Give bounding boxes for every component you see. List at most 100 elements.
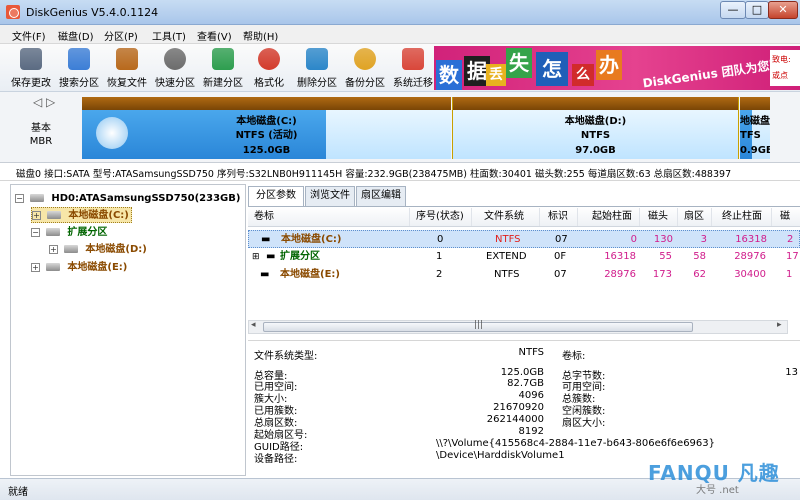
disk-type: 基本 MBR [29,123,53,147]
banner-char: 数 [436,60,462,90]
delete-partition-icon [306,48,328,70]
collapse-icon[interactable]: − [15,193,24,203]
search-partition-button[interactable]: 搜索分区 [56,46,102,90]
expand-icon[interactable]: ⊞ [252,248,260,266]
partition-block-d[interactable]: 本地磁盘(D:) NTFS 97.0GB [452,97,739,159]
format-icon [258,48,280,70]
banner-char: 么 [572,64,594,86]
tree-item-partition-d[interactable]: + 本地磁盘(D:) [49,242,147,258]
menu-tools[interactable]: 工具(T) [152,28,186,43]
hard-disk-icon [30,194,45,202]
promo-banner[interactable]: 数 据 丢 失 怎 么 办 DiskGenius 团队为您服务 致电: 或点 [434,46,800,90]
watermark-logo: FANQU 凡趣 大号 .net [640,455,800,500]
partition-icon [47,211,62,219]
banner-contact-top: 致电: [772,55,791,64]
volume-label-label: 卷标: [562,351,586,362]
maximize-button[interactable]: □ [745,1,769,19]
menu-help[interactable]: 帮助(H) [243,28,278,43]
tree-item-disk[interactable]: − HD0:ATASamsungSSD750(233GB) [15,191,240,207]
detail-value: 125.0GB [500,367,544,378]
menu-partition[interactable]: 分区(P) [104,28,138,43]
banner-contact: 致电: 或点 [770,50,800,86]
system-migrate-icon [402,48,424,70]
app-logo-icon [6,5,20,19]
partition-icon [64,245,79,253]
column-header[interactable]: 磁头 [648,208,678,226]
expand-icon[interactable]: + [31,262,40,272]
tab-sector-edit[interactable]: 扇区编辑 [356,186,406,206]
partition-block-e[interactable]: 地磁盘 TFS 0.9GB [740,97,770,159]
collapse-icon[interactable]: − [31,227,40,237]
tab-browse-files[interactable]: 浏览文件 [305,186,355,206]
fs-type-value: NTFS [518,347,544,358]
grip-icon: ||| [474,320,484,330]
disk-info-bar: 磁盘0 接口:SATA 型号:ATASamsungSSD750 序列号:S32L… [0,163,800,181]
detail-value: 21670920 [493,402,544,413]
detail-value: 8192 [518,426,544,437]
column-header[interactable]: 终止柱面 [722,208,772,226]
partition-icon [46,263,61,271]
table-row[interactable]: ▬ 本地磁盘(E:) 2 NTFS 07 28976 173 62 30400 … [248,266,800,284]
save-icon [20,48,42,70]
table-horizontal-scrollbar[interactable]: ◂ ||| ▸ [248,320,788,334]
menu-file[interactable]: 文件(F) [12,28,46,43]
disk-nav-arrows[interactable]: ◁ ▷ [33,95,55,109]
watermark-subtext: 大号 .net [696,485,739,496]
table-row[interactable]: ⊞ ▬ 扩展分区 1 EXTEND 0F 16318 55 58 28976 1… [248,248,800,266]
detail-value: 4096 [518,390,544,401]
tree-item-partition-c[interactable]: + 本地磁盘(C:) [31,207,132,223]
close-button[interactable]: ✕ [768,1,798,19]
status-text: 就绪 [8,487,28,498]
quick-partition-button[interactable]: 快速分区 [152,46,198,90]
tree-item-partition-e[interactable]: + 本地磁盘(E:) [31,260,127,276]
column-header[interactable]: 扇区 [684,208,712,226]
disk-map: ◁ ▷ 基本 MBR 本地磁盘(C:) NTFS (活动) 125.0GB 本地… [0,92,800,163]
menu-view[interactable]: 查看(V) [197,28,232,43]
guid-path-value: \\?\Volume{415568c4-2884-11e7-b643-806e6… [436,438,716,449]
partition-icon: ▬ [260,269,270,280]
quick-partition-icon [164,48,186,70]
tab-partition-params[interactable]: 分区参数 [248,186,304,207]
banner-contact-bottom: 或点 [772,71,788,80]
device-path-label: 设备路径: [254,454,298,465]
table-row[interactable]: ▬ 本地磁盘(C:) 0 NTFS 07 0 130 3 16318 2 [248,230,800,248]
backup-partition-icon [354,48,376,70]
recover-file-button[interactable]: 恢复文件 [104,46,150,90]
tree-item-extended[interactable]: − 扩展分区 [31,225,107,241]
extended-partition-icon: ▬ [266,251,276,262]
new-partition-icon [212,48,234,70]
title-bar: DiskGenius V5.4.0.1124 — □ ✕ [0,0,800,25]
minimize-button[interactable]: — [720,1,746,19]
detail-value: 82.7GB [507,378,544,389]
system-migrate-button[interactable]: 系统迁移 [390,46,436,90]
banner-char: 丢 [486,64,506,86]
search-partition-icon [68,48,90,70]
expand-icon[interactable]: + [32,210,41,220]
backup-partition-button[interactable]: 备份分区 [342,46,388,90]
partition-block-c[interactable]: 本地磁盘(C:) NTFS (活动) 125.0GB [82,97,451,159]
column-header[interactable]: 磁 [780,208,800,226]
partition-icon: ▬ [261,234,271,245]
new-partition-button[interactable]: 新建分区 [200,46,246,90]
column-header[interactable]: 序号(状态) [416,208,472,226]
scroll-left-icon[interactable]: ◂ [251,320,256,330]
scroll-right-icon[interactable]: ▸ [777,320,782,330]
save-changes-button[interactable]: 保存更改 [8,46,54,90]
banner-char: 失 [506,48,532,78]
recover-file-icon [116,48,138,70]
column-header[interactable]: 卷标 [254,208,410,226]
detail-value: 262144000 [486,414,544,425]
window-title: DiskGenius V5.4.0.1124 [26,6,159,19]
delete-partition-button[interactable]: 删除分区 [294,46,340,90]
detail-value: 13 [785,367,798,378]
expand-icon[interactable]: + [49,244,58,254]
format-button[interactable]: 格式化 [246,46,292,90]
column-header[interactable]: 文件系统 [484,208,540,226]
detail-label: 扇区大小: [562,418,606,429]
scrollbar-thumb[interactable]: ||| [263,320,693,332]
column-header[interactable]: 标识 [548,208,578,226]
column-header[interactable]: 起始柱面 [592,208,640,226]
menu-bar: 文件(F) 磁盘(D) 分区(P) 工具(T) 查看(V) 帮助(H) [0,25,800,44]
menu-disk[interactable]: 磁盘(D) [58,28,94,43]
disk-info-text: 磁盘0 接口:SATA 型号:ATASamsungSSD750 序列号:S32L… [16,169,732,180]
